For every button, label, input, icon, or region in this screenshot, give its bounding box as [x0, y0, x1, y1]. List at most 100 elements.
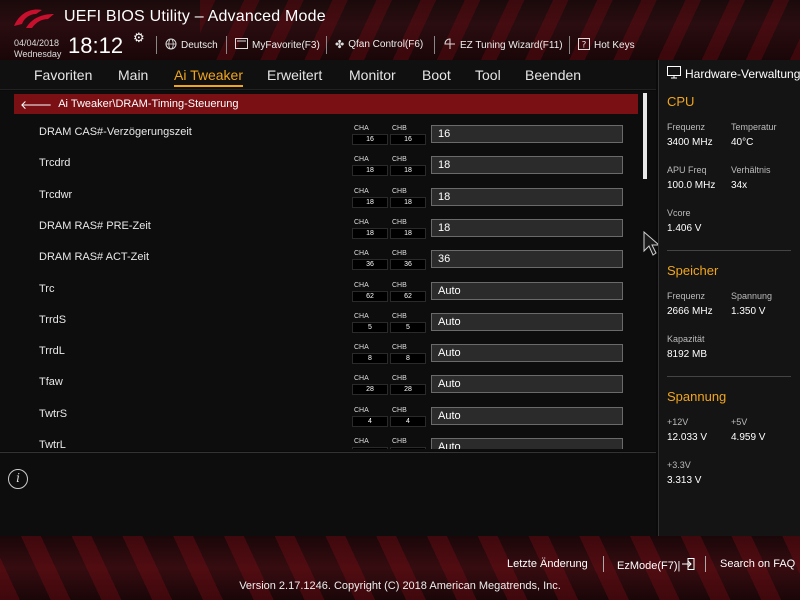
- tab-boot[interactable]: Boot: [422, 67, 451, 83]
- qfan-control-button[interactable]: ✤ Qfan Control(F6): [335, 38, 423, 51]
- v33-value: 3.313 V: [667, 475, 702, 486]
- mem-freq-label: Frequenz: [667, 291, 706, 301]
- timing-label: TrrdL: [39, 345, 65, 358]
- monitor-icon: [667, 66, 681, 82]
- chb-header: CHB: [392, 125, 407, 132]
- ratio-label: Verhältnis: [731, 165, 771, 175]
- chb-header: CHB: [392, 375, 407, 383]
- chb-readout: CHB 28: [390, 374, 426, 396]
- ratio-value: 34x: [731, 180, 748, 191]
- footer-divider: [603, 556, 604, 572]
- status-bar: Letzte Änderung EzMode(F7)| Search on FA…: [0, 536, 800, 600]
- ezmode-button[interactable]: EzMode(F7)|: [617, 558, 695, 573]
- cha-header: CHA: [354, 312, 369, 320]
- hardware-monitor-label: Hardware-Verwaltung: [685, 67, 800, 81]
- timing-label: DRAM RAS# ACT-Zeit: [39, 251, 150, 264]
- chb-header: CHB: [392, 156, 407, 164]
- cha-value: 28: [352, 384, 388, 396]
- last-change-button[interactable]: Letzte Änderung: [507, 558, 588, 570]
- cpu-freq-label: Frequenz: [667, 122, 706, 132]
- back-arrow-icon[interactable]: 🡐: [20, 97, 52, 112]
- table-row[interactable]: TwtrS CHA 4 CHB 4 Auto: [0, 406, 640, 437]
- tab-erweitert[interactable]: Erweitert: [267, 67, 322, 83]
- chb-value: 16: [390, 134, 426, 145]
- table-row[interactable]: Tfaw CHA 28 CHB 28 Auto: [0, 374, 640, 405]
- chb-header: CHB: [392, 312, 407, 320]
- table-row[interactable]: DRAM RAS# ACT-Zeit CHA 36 CHB 36 36: [0, 249, 640, 280]
- table-row[interactable]: Trcdrd CHA 18 CHB 18 18: [0, 155, 640, 186]
- cha-readout: CHA 5: [352, 312, 388, 333]
- memory-section-title: Speicher: [667, 263, 719, 278]
- timing-value-input[interactable]: Auto: [431, 406, 623, 425]
- section-divider: [667, 250, 791, 251]
- mem-volt-value: 1.350 V: [731, 306, 766, 317]
- table-row[interactable]: TwtrL CHA CHB Auto: [0, 437, 640, 449]
- timing-label: DRAM CAS#-Verzögerungszeit: [39, 126, 192, 138]
- mem-freq-value: 2666 MHz: [667, 306, 713, 317]
- v5-label: +5V: [731, 417, 748, 427]
- timing-value-input[interactable]: Auto: [431, 281, 623, 300]
- timing-value-input[interactable]: Auto: [431, 438, 623, 449]
- vcore-value: 1.406 V: [667, 223, 702, 234]
- tab-tool[interactable]: Tool: [475, 67, 501, 83]
- chb-header: CHB: [392, 187, 407, 195]
- cha-value: 8: [352, 353, 388, 365]
- tab-monitor[interactable]: Monitor: [349, 67, 396, 83]
- rog-logo-icon: [14, 9, 54, 28]
- cha-value: 18: [352, 165, 388, 177]
- app-title: UEFI BIOS Utility – Advanced Mode: [64, 8, 326, 25]
- chb-header: CHB: [392, 438, 407, 445]
- breadcrumb[interactable]: 🡐 Ai Tweaker\DRAM-Timing-Steuerung: [14, 94, 638, 114]
- chb-value: 4: [390, 415, 426, 427]
- fan-icon: ✤: [335, 39, 345, 51]
- mem-capacity-value: 8192 MB: [667, 349, 708, 360]
- chb-readout: CHB 18: [390, 187, 426, 208]
- chb-readout: CHB 5: [390, 312, 426, 333]
- clock-settings-gear-icon[interactable]: ⚙: [133, 31, 145, 46]
- myfavorite-button[interactable]: MyFavorite(F3): [235, 38, 320, 52]
- tab-main[interactable]: Main: [118, 67, 148, 83]
- tab-beenden[interactable]: Beenden: [525, 67, 581, 83]
- language-button[interactable]: Deutsch: [165, 38, 218, 53]
- tab-ai-tweaker[interactable]: Ai Tweaker: [174, 67, 243, 87]
- table-row[interactable]: TrrdL CHA 8 CHB 8 Auto: [0, 343, 640, 374]
- ez-tuning-label: EZ Tuning Wizard(F11): [460, 40, 563, 51]
- hot-keys-button[interactable]: ? Hot Keys: [578, 38, 635, 53]
- chb-value: 28: [390, 384, 426, 396]
- breadcrumb-path: Ai Tweaker\DRAM-Timing-Steuerung: [58, 98, 239, 110]
- search-faq-button[interactable]: Search on FAQ: [720, 558, 795, 570]
- timing-value-input[interactable]: Auto: [431, 344, 623, 363]
- table-row[interactable]: Trc CHA 62 CHB 62 Auto: [0, 281, 640, 312]
- apu-freq-label: APU Freq: [667, 165, 707, 175]
- ez-tuning-wizard-button[interactable]: EZ Tuning Wizard(F11): [444, 38, 563, 53]
- myfavorite-label: MyFavorite(F3): [252, 39, 320, 51]
- scrollbar-thumb[interactable]: [643, 93, 647, 179]
- title-bar: UEFI BIOS Utility – Advanced Mode 04/04/…: [0, 0, 800, 60]
- tab-favoriten[interactable]: Favoriten: [34, 67, 92, 83]
- timing-value-input[interactable]: 36: [431, 250, 623, 269]
- cha-header: CHA: [354, 125, 369, 132]
- timing-value-input[interactable]: 16: [431, 125, 623, 143]
- clock: 18:12: [68, 33, 124, 58]
- table-row[interactable]: Trcdwr CHA 18 CHB 18 18: [0, 187, 640, 218]
- cha-readout: CHA 18: [352, 155, 388, 177]
- cha-readout: CHA 28: [352, 374, 388, 396]
- timing-value-input[interactable]: Auto: [431, 375, 623, 394]
- timing-value-input[interactable]: 18: [431, 156, 623, 175]
- table-row[interactable]: DRAM RAS# PRE-Zeit CHA 18 CHB 18 18: [0, 218, 640, 249]
- chb-value: 8: [390, 353, 426, 365]
- chb-value: 5: [390, 321, 426, 333]
- table-row[interactable]: DRAM CAS#-Verzögerungszeit CHA 16 CHB 16…: [0, 124, 640, 155]
- cha-value: [352, 447, 388, 449]
- timing-value-input[interactable]: 18: [431, 187, 623, 206]
- cha-header: CHA: [354, 250, 369, 258]
- table-row[interactable]: TrrdS CHA 5 CHB 5 Auto: [0, 312, 640, 343]
- timing-value-input[interactable]: 18: [431, 218, 623, 237]
- cpu-temp-label: Temperatur: [731, 122, 777, 132]
- cha-readout: CHA 36: [352, 249, 388, 271]
- settings-panel: 🡐 Ai Tweaker\DRAM-Timing-Steuerung DRAM …: [0, 91, 661, 451]
- timing-value-input[interactable]: Auto: [431, 312, 623, 331]
- cha-readout: CHA 18: [352, 218, 388, 239]
- cha-header: CHA: [354, 438, 369, 445]
- timing-label: TwtrS: [39, 407, 68, 420]
